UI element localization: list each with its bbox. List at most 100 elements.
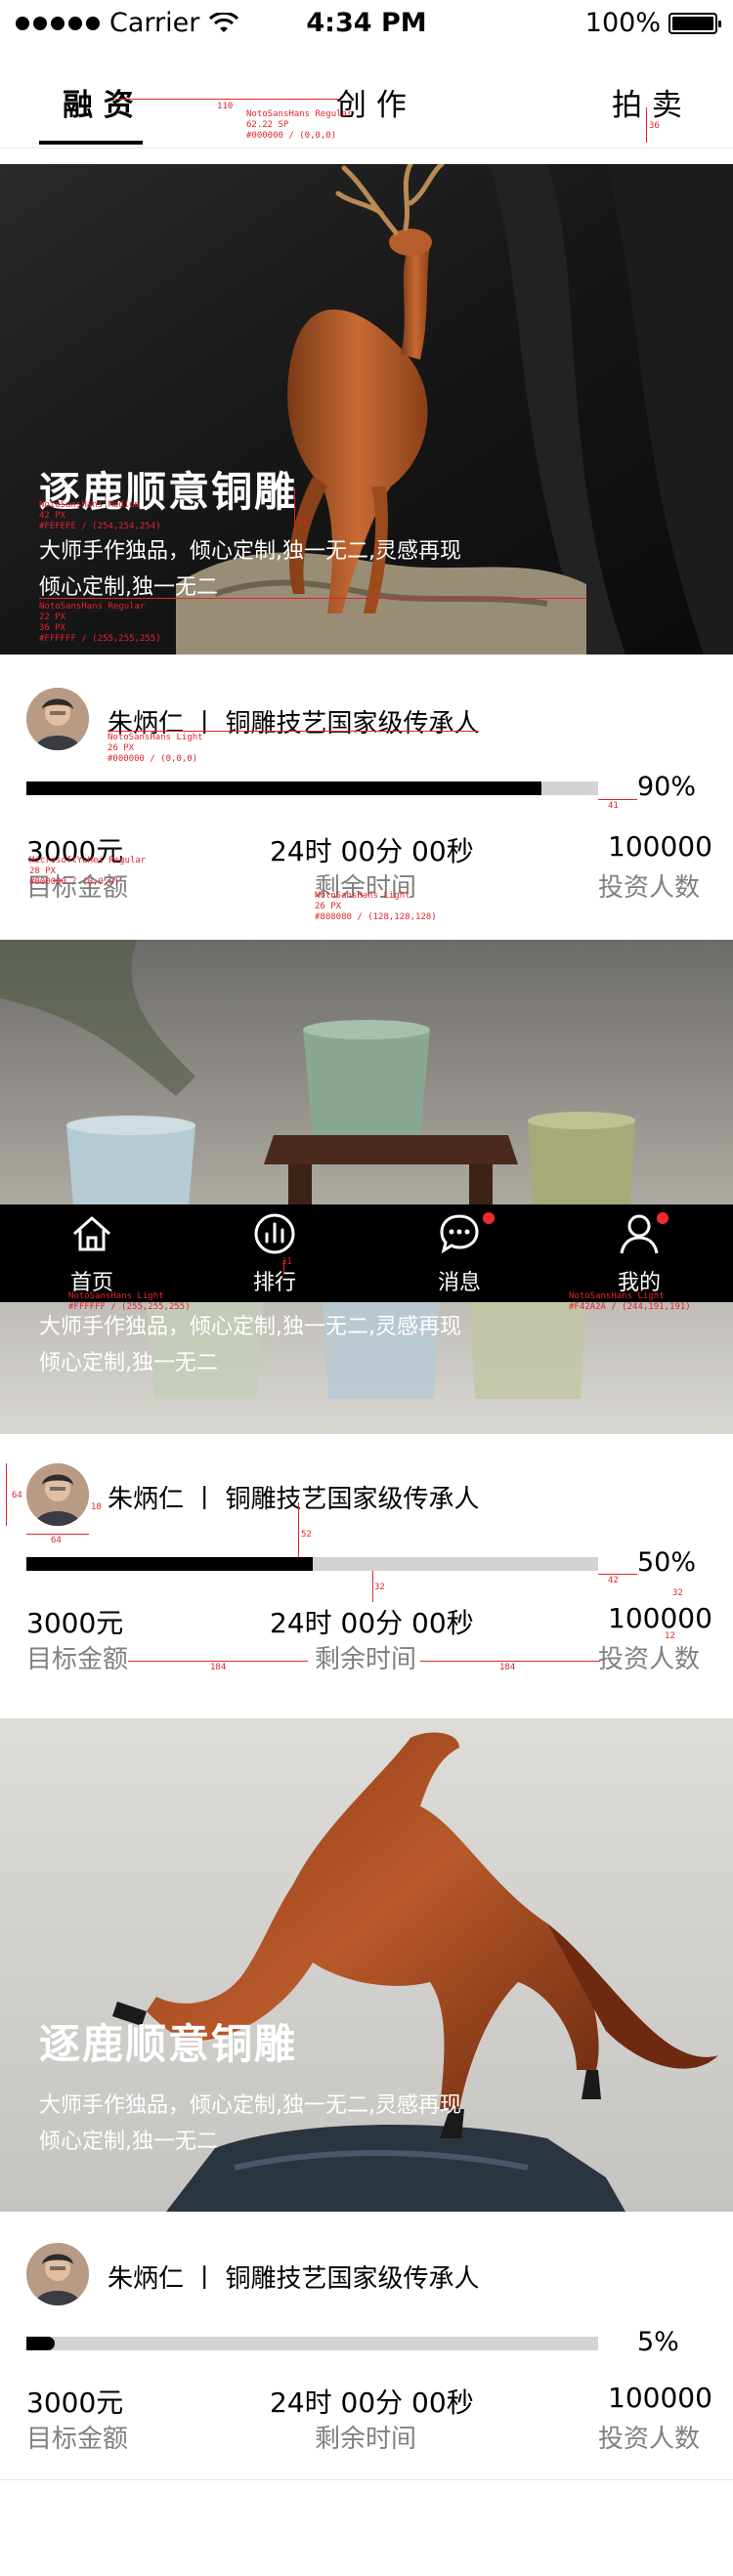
card-divider bbox=[0, 2479, 733, 2480]
spec-line bbox=[420, 1661, 600, 1662]
product-description-line: 倾心定制,独一无二 bbox=[39, 1351, 218, 1375]
spec-note: 110 bbox=[217, 102, 234, 111]
funding-percent: 50% bbox=[637, 1547, 697, 1578]
spec-note: 184 bbox=[499, 1663, 516, 1672]
spec-note: #808080 / (128,128,128) bbox=[315, 912, 437, 922]
spec-line bbox=[298, 1502, 299, 1557]
funding-progress-bar bbox=[26, 2337, 598, 2350]
spec-note: 12 bbox=[665, 1631, 675, 1641]
spec-note: #000000 / (0,0,0) bbox=[29, 877, 120, 887]
spec-note: 32 bbox=[672, 1588, 683, 1598]
spec-note: #F42A2A / (244,191,191) bbox=[569, 1302, 691, 1312]
home-icon bbox=[73, 1216, 110, 1251]
investor-count-label: 投资人数 bbox=[598, 1645, 701, 1674]
product-hero-image[interactable]: 逐鹿顺意铜雕 大师手作独品，倾心定制,独一无二,灵感再现 倾心定制,独一无二 bbox=[0, 164, 733, 655]
nav-messages-label: 消息 bbox=[437, 1271, 481, 1295]
target-amount-label: 目标金额 bbox=[26, 2425, 129, 2454]
nav-ranking-label: 排行 bbox=[252, 1271, 296, 1295]
spec-note: 42 bbox=[608, 1576, 619, 1585]
spec-note: 28 PX bbox=[29, 866, 57, 876]
funding-progress-fill bbox=[26, 2337, 56, 2350]
active-tab-indicator bbox=[39, 141, 143, 145]
spec-line bbox=[294, 488, 295, 531]
product-description: 大师手作独品，倾心定制,独一无二,灵感再现 倾心定制,独一无二 bbox=[39, 533, 586, 606]
investor-count: 100000 bbox=[608, 1602, 712, 1634]
remaining-time: 24时 00分 00秒 bbox=[270, 2386, 474, 2419]
product-info-card[interactable]: 朱炳仁 丨 铜雕技艺国家级传承人 50% 3000元 目标金额 24时 00分 … bbox=[0, 1434, 733, 1718]
spec-note: 18 bbox=[91, 1502, 102, 1512]
spec-note: 36 bbox=[649, 121, 660, 131]
spec-note: NotoSansHans Regular bbox=[246, 109, 353, 119]
product-hero-image[interactable]: 大师手作独品，倾心定制,独一无二,灵感再现 倾心定制,独一无二 bbox=[0, 940, 733, 1434]
spec-line bbox=[115, 99, 340, 100]
product-description: 大师手作独品，倾心定制,独一无二,灵感再现 倾心定制,独一无二 bbox=[39, 2088, 586, 2160]
remaining-time: 24时 00分 00秒 bbox=[270, 835, 474, 867]
product-hero-image[interactable]: 逐鹿顺意铜雕 大师手作独品，倾心定制,独一无二,灵感再现 倾心定制,独一无二 bbox=[0, 1718, 733, 2212]
ranking-icon bbox=[254, 1213, 295, 1254]
author-name: 朱炳仁 丨 铜雕技艺国家级传承人 bbox=[108, 1485, 480, 1514]
investor-count-label: 投资人数 bbox=[598, 873, 701, 903]
avatar-photo-icon bbox=[26, 1463, 89, 1526]
nav-ranking[interactable]: 排行 bbox=[221, 1204, 328, 1302]
status-bar: Carrier 4:34 PM 100% bbox=[0, 0, 733, 45]
spec-line bbox=[646, 107, 647, 143]
bottom-navigation: 首页 排行 消息 我的 bbox=[0, 1204, 733, 1302]
spec-line bbox=[6, 1463, 7, 1526]
funding-percent: 90% bbox=[637, 772, 697, 802]
spec-note: #FFFFFF / (255,255,255) bbox=[39, 634, 161, 644]
nav-messages[interactable]: 消息 bbox=[406, 1204, 513, 1302]
battery-percent: 100% bbox=[584, 8, 661, 38]
spec-note: 26 PX bbox=[315, 902, 342, 911]
spec-note: MicrosoftYaHei Regular bbox=[29, 856, 147, 866]
nav-profile[interactable]: 我的 bbox=[585, 1204, 693, 1302]
product-info-card[interactable]: 朱炳仁 丨 铜雕技艺国家级传承人 5% 3000元 目标金额 24时 00分 0… bbox=[0, 2212, 733, 2495]
remaining-time-label: 剩余时间 bbox=[315, 1645, 417, 1674]
target-amount: 3000元 bbox=[26, 2386, 124, 2419]
product-description-line: 大师手作独品，倾心定制,独一无二,灵感再现 bbox=[39, 539, 461, 564]
spec-line bbox=[598, 1574, 637, 1575]
investor-count: 100000 bbox=[608, 2382, 712, 2414]
product-description-line: 大师手作独品，倾心定制,独一无二,灵感再现 bbox=[39, 2093, 461, 2118]
spec-note: 64 bbox=[51, 1536, 62, 1545]
funding-progress-fill bbox=[26, 1557, 313, 1571]
spec-note: NotoSansHans Light bbox=[315, 891, 410, 901]
remaining-time: 24时 00分 00秒 bbox=[270, 1607, 474, 1639]
spec-note: 31 bbox=[281, 1257, 292, 1267]
spec-note: 32 bbox=[374, 1583, 385, 1592]
author-avatar bbox=[26, 2243, 89, 2305]
funding-percent: 5% bbox=[637, 2327, 679, 2357]
product-description-line: 倾心定制,独一无二 bbox=[39, 575, 218, 600]
remaining-time-label: 剩余时间 bbox=[315, 2425, 417, 2454]
spec-note: 52 bbox=[301, 1530, 312, 1540]
avatar-photo-icon bbox=[26, 688, 89, 750]
spec-line bbox=[26, 1534, 89, 1535]
battery-icon bbox=[668, 12, 721, 34]
spec-note: #FEFEFE / (254,254,254) bbox=[39, 522, 161, 531]
spec-note: 41 bbox=[608, 801, 619, 811]
author-avatar bbox=[26, 688, 89, 750]
spec-note: 62.22 SP bbox=[246, 120, 289, 130]
target-amount-label: 目标金额 bbox=[26, 1645, 129, 1674]
spec-note: NotoSansHans Light bbox=[108, 733, 203, 742]
funding-progress-bar bbox=[26, 1557, 598, 1571]
product-title: 逐鹿顺意铜雕 bbox=[39, 2020, 298, 2068]
spec-note: 31 bbox=[297, 518, 308, 528]
author-name: 朱炳仁 丨 铜雕技艺国家级传承人 bbox=[108, 2264, 480, 2294]
spec-note: NotoSansHans Light bbox=[569, 1291, 665, 1301]
target-amount: 3000元 bbox=[26, 1607, 124, 1639]
message-icon bbox=[440, 1214, 479, 1254]
message-badge bbox=[483, 1212, 495, 1224]
investor-count: 100000 bbox=[608, 830, 712, 863]
spec-line bbox=[598, 799, 637, 800]
spec-note: 184 bbox=[210, 1663, 227, 1672]
spec-note: #FFFFFF / (255,255,255) bbox=[68, 1302, 191, 1312]
profile-icon bbox=[620, 1214, 659, 1254]
nav-home[interactable]: 首页 bbox=[38, 1204, 146, 1302]
investor-count-label: 投资人数 bbox=[598, 2425, 701, 2454]
funding-progress-bar bbox=[26, 781, 598, 795]
spec-note: #000000 / (0,0,0) bbox=[246, 131, 337, 141]
spec-line bbox=[372, 1571, 373, 1602]
tab-financing[interactable]: 融 资 bbox=[63, 80, 134, 124]
product-description-line: 大师手作独品，倾心定制,独一无二,灵感再现 bbox=[39, 1315, 461, 1339]
funding-progress-fill bbox=[26, 781, 541, 795]
